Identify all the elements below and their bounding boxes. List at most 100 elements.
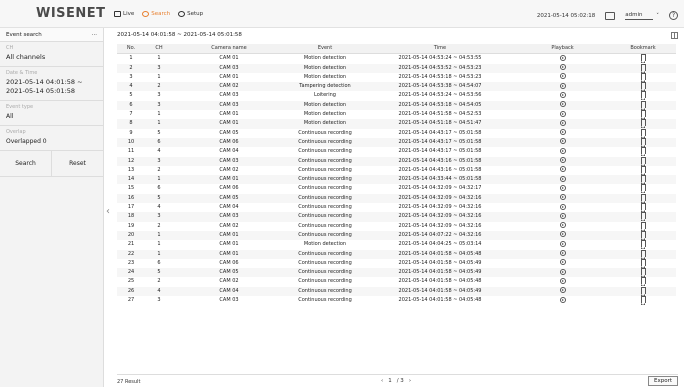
bookmark-icon[interactable] xyxy=(640,91,646,101)
table-row[interactable]: 3 1 CAM 01 Motion detection 2021-05-14 04:53… xyxy=(117,72,676,82)
bookmark-icon[interactable] xyxy=(640,240,646,250)
more-icon[interactable]: ··· xyxy=(92,32,97,38)
playback-icon[interactable] xyxy=(559,64,566,71)
table-row[interactable]: 6 3 CAM 03 Motion detection 2021-05-14 04:53… xyxy=(117,100,676,111)
playback-icon[interactable] xyxy=(559,91,566,98)
playback-icon[interactable] xyxy=(559,138,566,145)
playback-icon[interactable] xyxy=(559,119,566,126)
table-row[interactable]: 1 1 CAM 01 Motion detection 2021-05-14 04:53… xyxy=(117,54,676,64)
col-no[interactable]: No. xyxy=(117,44,145,55)
table-row[interactable]: 10 6 CAM 06 Continuous recording 2021-05-14 … xyxy=(117,137,676,148)
bookmark-icon[interactable] xyxy=(640,119,646,129)
bookmark-icon[interactable] xyxy=(640,286,646,296)
playback-icon[interactable] xyxy=(559,54,566,61)
bookmark-icon[interactable] xyxy=(640,110,646,120)
col-time[interactable]: Time xyxy=(365,44,515,55)
table-row[interactable]: 16 5 CAM 05 Continuous recording 2021-05-14 … xyxy=(117,193,676,204)
playback-icon[interactable] xyxy=(559,203,566,210)
next-page-button[interactable]: › xyxy=(409,378,411,384)
table-row[interactable]: 11 4 CAM 04 Continuous recording 2021-05-14 … xyxy=(117,147,676,157)
bookmark-icon[interactable] xyxy=(640,212,646,222)
bookmark-icon[interactable] xyxy=(640,249,646,259)
playback-icon[interactable] xyxy=(559,166,566,173)
table-row[interactable]: 19 2 CAM 02 Continuous recording 2021-05-14 … xyxy=(117,221,676,231)
bookmark-icon[interactable] xyxy=(640,175,646,185)
table-row[interactable]: 25 2 CAM 02 Continuous recording 2021-05-14 … xyxy=(117,277,676,287)
datetime-field[interactable]: Date & Time 2021-05-14 04:01:58 ~ 2021-0… xyxy=(0,67,103,101)
bookmark-icon[interactable] xyxy=(640,156,646,166)
layout-icon[interactable] xyxy=(671,32,678,39)
playback-icon[interactable] xyxy=(559,296,566,303)
table-row[interactable]: 22 1 CAM 01 Continuous recording 2021-05-14 … xyxy=(117,249,676,259)
nav-live[interactable]: Live xyxy=(114,11,134,17)
table-row[interactable]: 23 6 CAM 06 Continuous recording 2021-05-14 … xyxy=(117,258,676,268)
table-row[interactable]: 24 5 CAM 05 Continuous recording 2021-05-14 … xyxy=(117,268,676,278)
bookmark-icon[interactable] xyxy=(640,203,646,213)
playback-icon[interactable] xyxy=(559,231,566,238)
table-row[interactable]: 20 1 CAM 01 Continuous recording 2021-05-14 … xyxy=(117,230,676,241)
playback-icon[interactable] xyxy=(559,184,566,191)
collapse-sidebar-icon[interactable]: ‹ xyxy=(106,206,110,217)
playback-icon[interactable] xyxy=(559,212,566,219)
playback-icon[interactable] xyxy=(559,240,566,247)
bookmark-icon[interactable] xyxy=(640,100,646,110)
table-row[interactable]: 26 4 CAM 04 Continuous recording 2021-05-14 … xyxy=(117,286,676,297)
export-button[interactable]: Export xyxy=(648,376,678,386)
playback-icon[interactable] xyxy=(559,194,566,201)
bookmark-icon[interactable] xyxy=(640,230,646,240)
bookmark-icon[interactable] xyxy=(640,296,646,306)
bookmark-icon[interactable] xyxy=(640,165,646,175)
playback-icon[interactable] xyxy=(559,82,566,89)
bookmark-icon[interactable] xyxy=(640,268,646,278)
playback-icon[interactable] xyxy=(559,250,566,257)
bookmark-icon[interactable] xyxy=(640,193,646,203)
table-row[interactable]: 15 6 CAM 06 Continuous recording 2021-05-14 … xyxy=(117,184,676,194)
bookmark-icon[interactable] xyxy=(640,137,646,147)
bookmark-icon[interactable] xyxy=(640,82,646,92)
col-camera-name[interactable]: Camera name xyxy=(173,44,285,55)
table-row[interactable]: 4 2 CAM 02 Tampering detection 2021-05-14 04… xyxy=(117,82,676,92)
bookmark-icon[interactable] xyxy=(640,128,646,138)
col-event[interactable]: Event xyxy=(285,44,365,55)
playback-icon[interactable] xyxy=(559,129,566,136)
table-row[interactable]: 12 3 CAM 03 Continuous recording 2021-05-14 … xyxy=(117,156,676,166)
bookmark-icon[interactable] xyxy=(640,277,646,287)
table-row[interactable]: 9 5 CAM 05 Continuous recording 2021-05-14 0… xyxy=(117,128,676,138)
playback-icon[interactable] xyxy=(559,268,566,275)
help-icon[interactable]: ? xyxy=(669,11,678,20)
event-type-field[interactable]: Event type All xyxy=(0,101,103,126)
table-row[interactable]: 18 3 CAM 03 Continuous recording 2021-05-14 … xyxy=(117,212,676,222)
playback-icon[interactable] xyxy=(559,110,566,117)
col-ch[interactable]: CH xyxy=(145,44,173,55)
bookmark-icon[interactable] xyxy=(640,221,646,231)
bookmark-icon[interactable] xyxy=(640,63,646,73)
playback-icon[interactable] xyxy=(559,259,566,266)
table-row[interactable]: 14 1 CAM 01 Continuous recording 2021-05-14 … xyxy=(117,175,676,185)
overlap-field[interactable]: Overlap Overlapped 0 xyxy=(0,126,103,151)
table-row[interactable]: 21 1 CAM 01 Motion detection 2021-05-14 04:0… xyxy=(117,240,676,250)
bookmark-icon[interactable] xyxy=(640,147,646,157)
playback-icon[interactable] xyxy=(559,277,566,284)
table-row[interactable]: 5 3 CAM 03 Loitering 2021-05-14 04:53:24 ~ 0… xyxy=(117,91,676,101)
bookmark-icon[interactable] xyxy=(640,184,646,194)
playback-icon[interactable] xyxy=(559,73,566,80)
bookmark-icon[interactable] xyxy=(640,258,646,268)
playback-icon[interactable] xyxy=(559,175,566,182)
table-row[interactable]: 7 1 CAM 01 Motion detection 2021-05-14 04:51… xyxy=(117,110,676,120)
table-row[interactable]: 17 4 CAM 04 Continuous recording 2021-05-14 … xyxy=(117,203,676,213)
playback-icon[interactable] xyxy=(559,157,566,164)
playback-icon[interactable] xyxy=(559,101,566,108)
user-menu[interactable]: admin ˅ xyxy=(625,12,659,20)
nav-setup[interactable]: Setup xyxy=(178,11,203,17)
pc-icon[interactable] xyxy=(605,11,616,20)
table-row[interactable]: 8 1 CAM 01 Motion detection 2021-05-14 04:51… xyxy=(117,119,676,129)
nav-search[interactable]: Search xyxy=(142,11,170,17)
reset-button[interactable]: Reset xyxy=(51,151,103,176)
bookmark-icon[interactable] xyxy=(640,54,646,64)
playback-icon[interactable] xyxy=(559,222,566,229)
search-button[interactable]: Search xyxy=(0,151,51,176)
table-row[interactable]: 13 2 CAM 02 Continuous recording 2021-05-14 … xyxy=(117,165,676,175)
bookmark-icon[interactable] xyxy=(640,72,646,82)
playback-icon[interactable] xyxy=(559,287,566,294)
channel-field[interactable]: CH All channels xyxy=(0,42,103,67)
